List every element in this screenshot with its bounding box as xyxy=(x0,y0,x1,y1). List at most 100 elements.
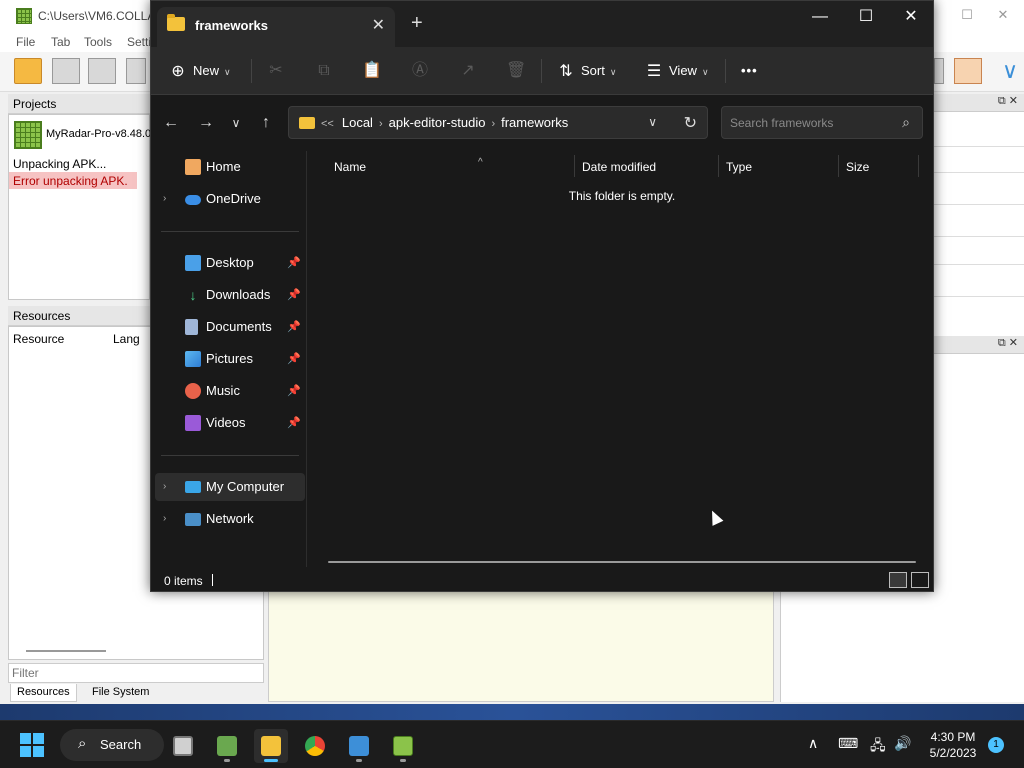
more-options-button[interactable]: ••• xyxy=(741,59,758,83)
column-separator[interactable] xyxy=(718,155,719,177)
taskbar-app-terminal[interactable] xyxy=(342,729,376,763)
column-separator[interactable] xyxy=(838,155,839,177)
tiles-view-icon[interactable] xyxy=(911,572,929,588)
nav-videos-label: Videos xyxy=(206,415,246,430)
refresh-icon[interactable]: ↻ xyxy=(684,113,697,133)
pin-icon[interactable]: 📌 xyxy=(287,313,301,341)
pin-icon[interactable]: 📌 xyxy=(287,249,301,277)
new-button[interactable]: ⊕ New ∨ xyxy=(169,59,230,83)
breadcrumb-separator-icon[interactable]: › xyxy=(491,118,495,130)
start-windows-icon[interactable] xyxy=(20,733,44,757)
nav-onedrive[interactable]: › OneDrive xyxy=(155,185,305,213)
nav-documents[interactable]: Documents 📌 xyxy=(155,313,305,341)
explorer-tab[interactable]: frameworks ✕ xyxy=(157,7,395,47)
nav-music[interactable]: Music 📌 xyxy=(155,377,305,405)
horizontal-scrollbar[interactable] xyxy=(328,561,916,563)
taskbar-app-chrome[interactable] xyxy=(298,729,332,763)
column-separator[interactable] xyxy=(574,155,575,177)
new-tab-icon[interactable]: + xyxy=(411,13,423,33)
pin-icon[interactable]: 📌 xyxy=(287,409,301,437)
right-panel-row xyxy=(934,204,1024,205)
nav-pictures[interactable]: Pictures 📌 xyxy=(155,345,305,373)
expand-chevron-icon[interactable]: › xyxy=(163,185,166,213)
notification-badge[interactable]: 1 xyxy=(988,737,1004,753)
nav-downloads[interactable]: ↓ Downloads 📌 xyxy=(155,281,305,309)
address-dropdown-icon[interactable]: ∨ xyxy=(648,115,657,129)
address-bar[interactable]: << Local › apk-editor-studio › frameworks ∨ ↻ xyxy=(288,106,708,139)
volume-icon[interactable]: 🔊 xyxy=(894,735,911,752)
column-name[interactable]: Name ^ xyxy=(334,155,574,179)
keyboard-icon[interactable]: ⌨ xyxy=(838,735,858,752)
column-separator[interactable] xyxy=(918,155,919,177)
column-date-modified[interactable]: Date modified xyxy=(582,155,722,179)
close-window-icon[interactable]: ✕ xyxy=(896,7,926,27)
taskbar-app-notepad[interactable] xyxy=(210,729,244,763)
project-name: MyRadar-Pro-v8.48.0 xyxy=(46,128,152,140)
breadcrumb-apk-editor-studio[interactable]: apk-editor-studio xyxy=(389,115,486,130)
clock[interactable]: 4:30 PM 5/2/2023 xyxy=(920,729,986,761)
menu-settings[interactable]: Setti xyxy=(127,35,151,49)
network-status-icon[interactable]: 🖧 xyxy=(870,735,886,759)
nav-home[interactable]: Home xyxy=(155,153,305,181)
menu-tab[interactable]: Tab xyxy=(51,35,70,49)
expand-chevron-icon[interactable]: › xyxy=(163,473,166,501)
breadcrumb-separator-icon[interactable]: › xyxy=(379,118,383,130)
pin-icon[interactable]: 📌 xyxy=(287,377,301,405)
empty-folder-message: This folder is empty. xyxy=(568,189,676,203)
column-size[interactable]: Size xyxy=(846,155,916,179)
taskbar-app-apk-editor[interactable] xyxy=(386,729,420,763)
up-arrow-icon[interactable]: ↑ xyxy=(256,113,276,133)
tab-file-system[interactable]: File System xyxy=(86,684,155,702)
back-arrow-icon[interactable]: ← xyxy=(161,113,181,133)
delete-icon[interactable]: 🗑 xyxy=(506,61,526,81)
cut-icon[interactable]: ✂ xyxy=(266,61,286,81)
copy-icon[interactable]: ⧉ xyxy=(314,61,334,81)
tab-close-icon[interactable]: ✕ xyxy=(372,15,385,35)
project-item[interactable]: MyRadar-Pro-v8.48.0 xyxy=(14,119,151,149)
toolbar-partial-icon[interactable] xyxy=(934,58,944,84)
nav-network[interactable]: › Network xyxy=(155,505,305,533)
nav-my-computer[interactable]: › My Computer xyxy=(155,473,305,501)
breadcrumb-frameworks[interactable]: frameworks xyxy=(501,115,568,130)
bg-close-icon[interactable]: ✕ xyxy=(996,8,1010,22)
save-apk-icon[interactable] xyxy=(88,58,116,84)
resources-scrollbar[interactable] xyxy=(26,650,106,652)
forward-arrow-icon[interactable]: → xyxy=(196,113,216,133)
paste-icon[interactable]: 📋 xyxy=(362,61,382,81)
details-view-icon[interactable] xyxy=(889,572,907,588)
tab-resources[interactable]: Resources xyxy=(10,684,77,702)
view-button[interactable]: ☰ View ∨ xyxy=(645,59,709,83)
rename-icon[interactable]: Ⓐ xyxy=(410,61,430,81)
show-hidden-icons-chevron-icon[interactable]: ∧ xyxy=(808,735,818,752)
nav-desktop[interactable]: Desktop 📌 xyxy=(155,249,305,277)
bg-maximize-icon[interactable]: ☐ xyxy=(960,8,974,22)
menu-file[interactable]: File xyxy=(16,35,35,49)
close-project-icon[interactable] xyxy=(52,58,80,84)
minimize-icon[interactable]: — xyxy=(805,7,835,27)
package-icon[interactable] xyxy=(954,58,982,84)
taskbar-app-file-explorer[interactable] xyxy=(254,729,288,763)
share-icon[interactable]: ↗ xyxy=(458,61,478,81)
language-column-header[interactable]: Lang xyxy=(113,332,140,346)
resource-column-header[interactable]: Resource xyxy=(13,332,64,346)
chevron-down-icon[interactable]: ∨ xyxy=(996,58,1024,84)
column-type[interactable]: Type xyxy=(726,155,836,179)
recent-locations-icon[interactable]: ∨ xyxy=(226,113,246,133)
filter-input[interactable] xyxy=(8,663,264,683)
breadcrumb-local[interactable]: Local xyxy=(342,115,373,130)
install-apk-icon[interactable] xyxy=(126,58,146,84)
pin-icon[interactable]: 📌 xyxy=(287,281,301,309)
search-input[interactable] xyxy=(730,114,890,132)
nav-videos[interactable]: Videos 📌 xyxy=(155,409,305,437)
maximize-icon[interactable]: ☐ xyxy=(851,7,881,27)
taskbar-search-button[interactable]: ⌕ Search xyxy=(60,729,164,761)
search-box[interactable]: ⌕ xyxy=(721,106,923,139)
menu-tools[interactable]: Tools xyxy=(84,35,112,49)
task-view-icon xyxy=(173,736,193,756)
task-view-button[interactable] xyxy=(166,729,200,763)
sort-button[interactable]: ⇅ Sort ∨ xyxy=(557,59,616,83)
pin-icon[interactable]: 📌 xyxy=(287,345,301,373)
expand-chevron-icon[interactable]: › xyxy=(163,505,166,533)
open-folder-icon[interactable] xyxy=(14,58,42,84)
breadcrumb-overflow[interactable]: << xyxy=(321,118,334,130)
